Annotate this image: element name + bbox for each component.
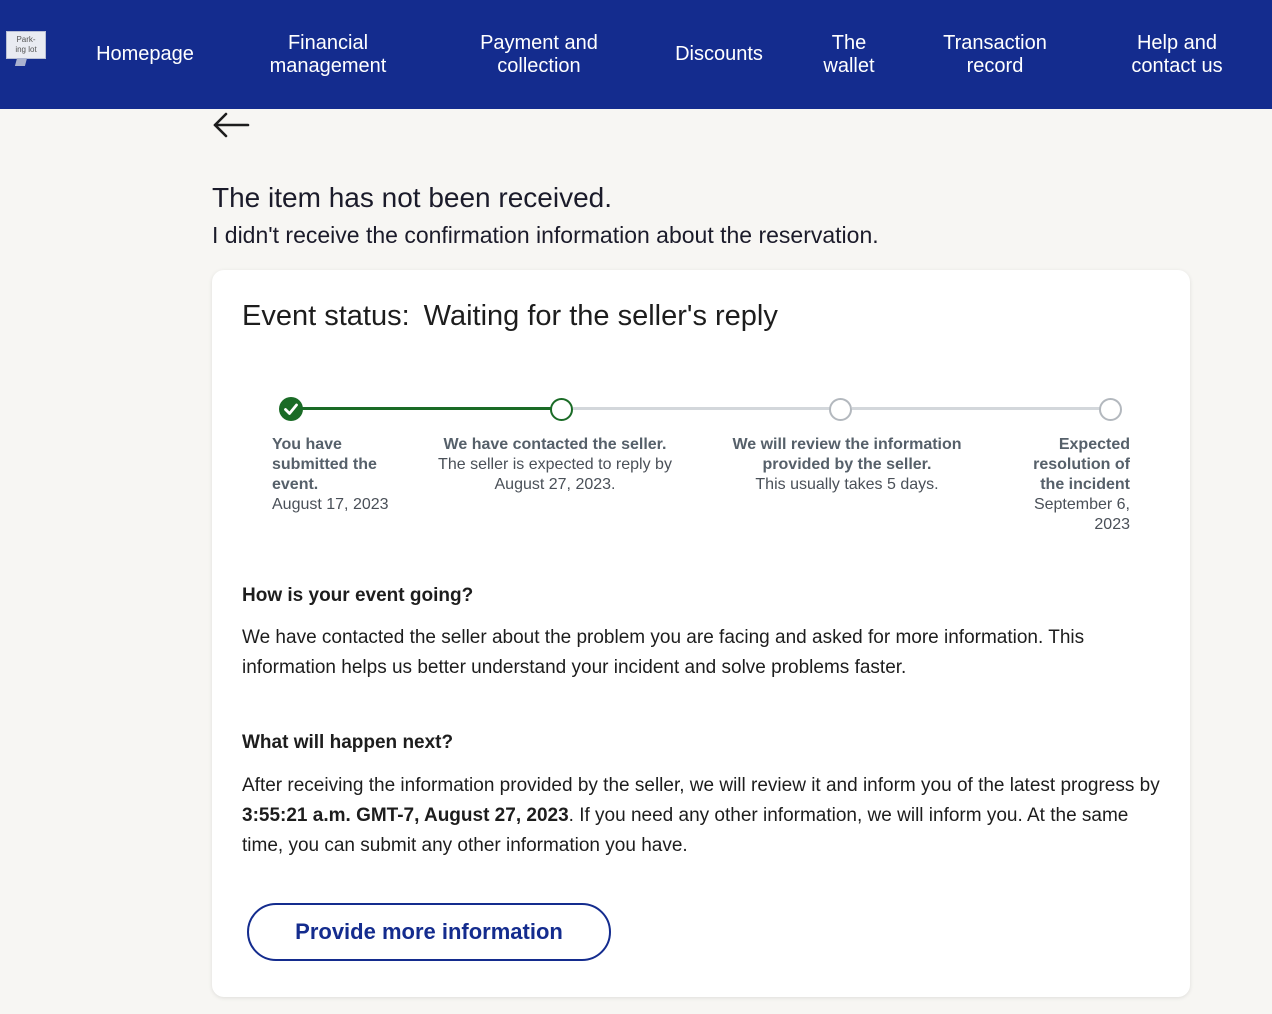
section-body-event-progress: We have contacted the seller about the p… — [242, 627, 1085, 678]
nav-payment-and-collection[interactable]: Payment and collection — [459, 0, 619, 109]
step-3-title: We will review the information provided … — [732, 436, 962, 473]
step-4-dot — [1099, 398, 1122, 421]
step-4-text: Expected resolution of the incident Sept… — [1012, 435, 1130, 535]
section-heading-event-progress: How is your event going? — [242, 585, 474, 606]
nav-the-wallet[interactable]: The wallet — [808, 0, 890, 109]
step-1-title: You have submitted the event. — [272, 436, 377, 493]
provide-more-information-button[interactable]: Provide more information — [247, 903, 611, 961]
section-heading-next-steps: What will happen next? — [242, 732, 454, 753]
top-nav: Park- ing lot Homepage Financial managem… — [0, 0, 1272, 109]
step-3-sub: This usually takes 5 days. — [755, 476, 939, 493]
stepper-line-pending — [573, 407, 839, 410]
step-2-sub: The seller is expected to reply by Augus… — [438, 456, 672, 493]
step-1-text: You have submitted the event. August 17,… — [272, 435, 402, 515]
stepper-line-pending — [852, 407, 1110, 410]
checkmark-icon — [284, 403, 298, 415]
step-2-text: We have contacted the seller. The seller… — [424, 435, 686, 495]
section-body-next-steps: After receiving the information provided… — [242, 771, 1162, 861]
step-1-dot — [279, 397, 303, 421]
arrow-left-icon — [213, 112, 250, 138]
next-steps-deadline: 3:55:21 a.m. GMT-7, August 27, 2023 — [242, 805, 569, 826]
page-subtitle: I didn't receive the confirmation inform… — [212, 222, 879, 248]
event-status-card: Event status: Waiting for the seller's re… — [212, 270, 1190, 997]
nav-financial-management[interactable]: Financial management — [243, 0, 413, 109]
back-button[interactable] — [212, 110, 252, 140]
nav-transaction-record[interactable]: Transaction record — [920, 0, 1070, 109]
next-steps-text: After receiving the information provided… — [242, 775, 1160, 796]
step-2-dot — [550, 398, 573, 421]
progress-stepper: You have submitted the event. August 17,… — [212, 270, 1190, 560]
step-1-date: August 17, 2023 — [272, 496, 389, 513]
logo[interactable]: Park- ing lot — [6, 31, 46, 59]
step-3-text: We will review the information provided … — [712, 435, 982, 495]
nav-homepage[interactable]: Homepage — [80, 0, 210, 109]
stepper-line-done — [291, 407, 561, 410]
logo-text: Park- ing lot — [15, 35, 37, 54]
page-title: The item has not been received. — [212, 182, 613, 213]
logo-mark — [14, 58, 28, 66]
step-3-dot — [829, 398, 852, 421]
step-4-title: Expected resolution of the incident — [1033, 436, 1130, 493]
nav-help-and-contact-us[interactable]: Help and contact us — [1104, 0, 1250, 109]
step-4-date: September 6, 2023 — [1033, 496, 1130, 533]
step-2-title: We have contacted the seller. — [443, 436, 667, 453]
nav-discounts[interactable]: Discounts — [660, 0, 778, 109]
